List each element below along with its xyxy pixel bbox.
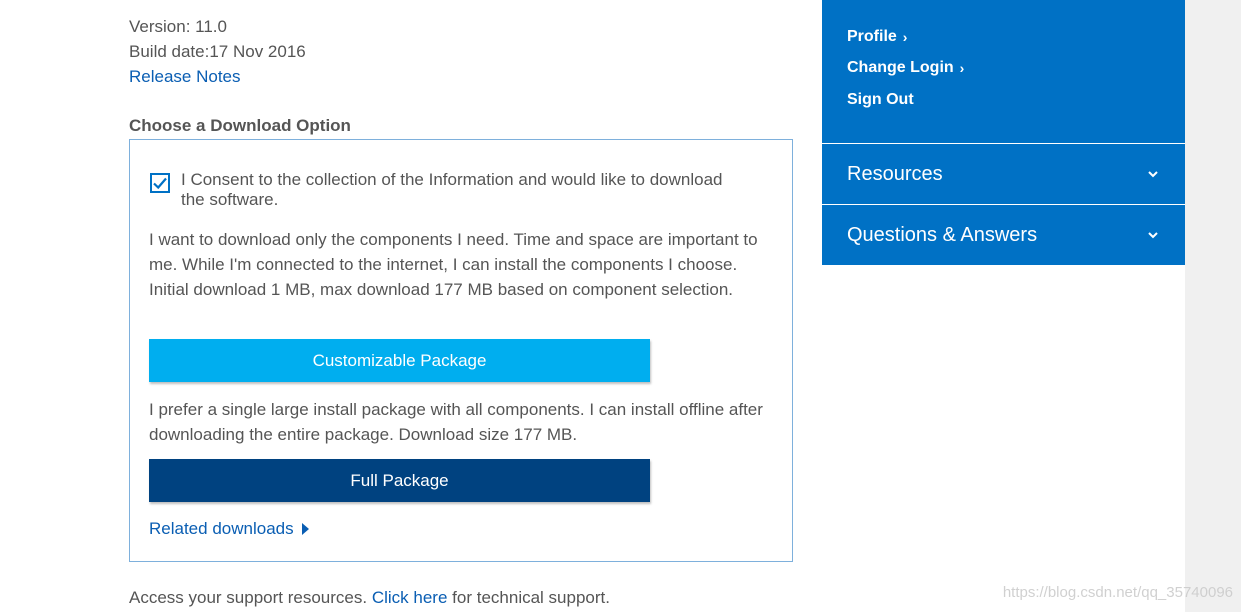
section-title: Choose a Download Option [129, 116, 351, 135]
customizable-package-button[interactable]: Customizable Package [149, 339, 650, 382]
sign-out-label: Sign Out [847, 91, 914, 108]
chevron-right-icon: › [959, 60, 965, 76]
related-downloads-link[interactable]: Related downloads [149, 519, 309, 539]
page-gutter [1185, 0, 1241, 612]
resources-label: Resources [847, 162, 943, 185]
download-options-box: I Consent to the collection of the Infor… [129, 139, 793, 562]
checkmark-icon [153, 177, 167, 190]
custom-package-description: I want to download only the components I… [149, 230, 758, 299]
profile-label: Profile [847, 28, 897, 45]
change-login-link[interactable]: Change Login › [847, 59, 964, 77]
caret-right-icon [301, 523, 309, 535]
account-panel: Profile › Change Login › Sign Out [822, 0, 1185, 143]
consent-checkbox[interactable] [150, 173, 170, 193]
full-package-description: I prefer a single large install package … [149, 400, 763, 444]
chevron-down-icon [1148, 171, 1158, 178]
version-text: Version: 11.0 [129, 17, 227, 36]
watermark: https://blog.csdn.net/qq_35740096 [1002, 584, 1233, 601]
related-downloads-label: Related downloads [149, 519, 294, 538]
profile-link[interactable]: Profile › [847, 28, 907, 46]
consent-row: I Consent to the collection of the Infor… [150, 170, 750, 210]
full-package-button[interactable]: Full Package [149, 459, 650, 502]
support-text-prefix: Access your support resources. [129, 588, 368, 607]
click-here-link[interactable]: Click here [372, 588, 448, 607]
questions-answers-label: Questions & Answers [847, 223, 1038, 246]
chevron-right-icon: › [902, 29, 908, 45]
resources-accordion[interactable]: Resources [822, 144, 1185, 204]
build-date-text: Build date:17 Nov 2016 [129, 42, 306, 61]
questions-answers-accordion[interactable]: Questions & Answers [822, 205, 1185, 265]
version-info: Version: 11.0 Build date:17 Nov 2016 Rel… [129, 14, 306, 89]
release-notes-link[interactable]: Release Notes [129, 64, 306, 89]
change-login-label: Change Login [847, 59, 954, 76]
support-footer: Access your support resources. Click her… [129, 588, 610, 608]
consent-label: I Consent to the collection of the Infor… [181, 170, 723, 209]
chevron-down-icon [1148, 232, 1158, 239]
support-text-suffix: for technical support. [452, 588, 610, 607]
sign-out-link[interactable]: Sign Out [847, 91, 914, 109]
